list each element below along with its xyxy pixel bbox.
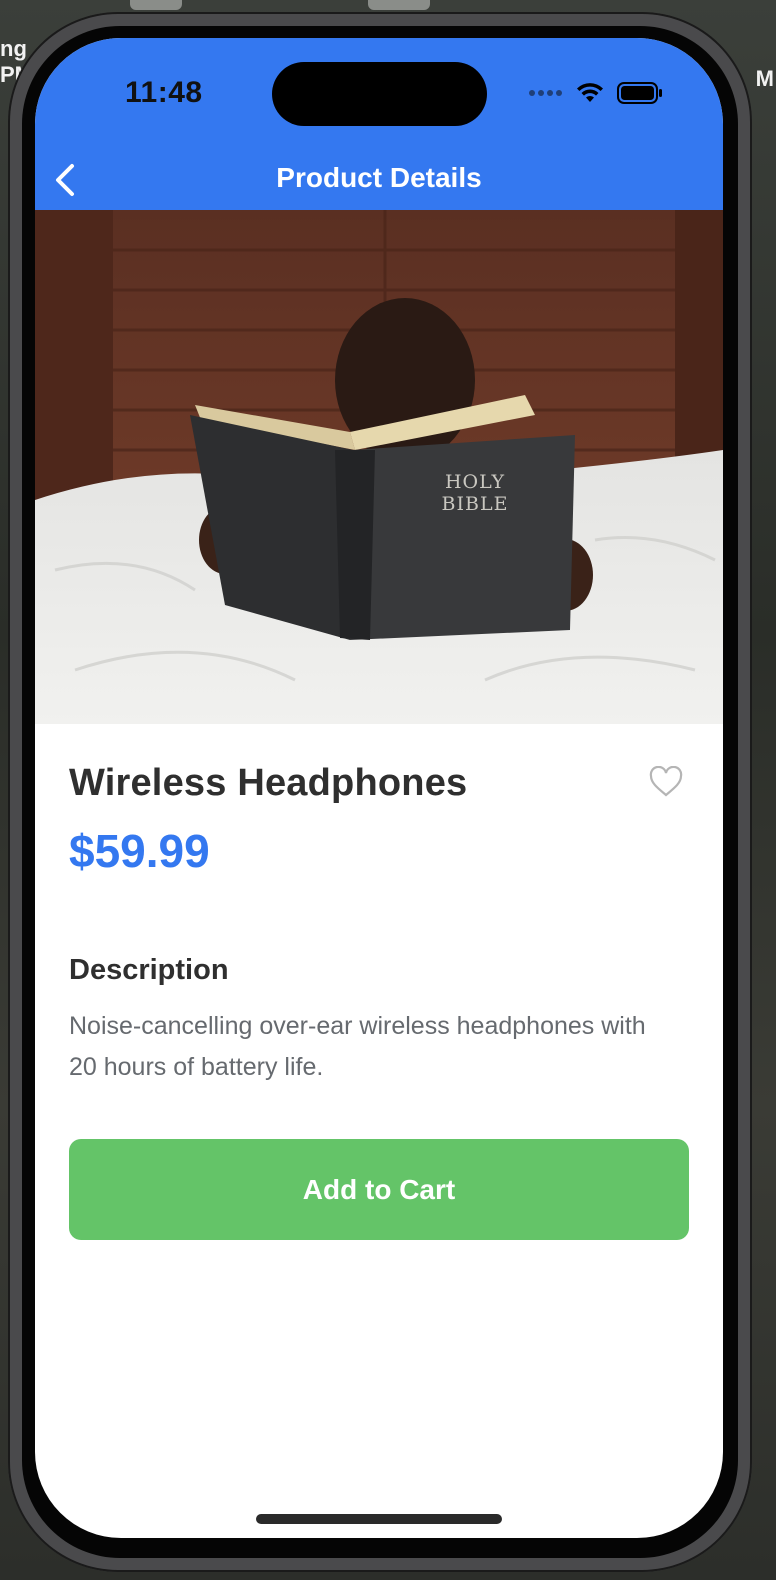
product-photo: HOLY BIBLE (35, 210, 723, 724)
home-indicator[interactable] (256, 1514, 502, 1524)
description-heading: Description (69, 954, 229, 986)
phone-screen: 11:48 Product Details HOLY BIBLE Wireles… (35, 38, 723, 1538)
book-title-text: BIBLE (442, 493, 509, 515)
product-title-row: Wireless Headphones (69, 762, 689, 810)
product-price: $59.99 (69, 825, 210, 877)
heart-outline-icon (649, 765, 683, 797)
dynamic-island (272, 62, 487, 126)
book-title-text: HOLY (445, 471, 505, 493)
wifi-icon (577, 83, 603, 102)
status-time: 11:48 (125, 76, 203, 109)
page-title: Product Details (276, 162, 482, 193)
navigation-bar: Product Details (35, 148, 723, 210)
add-to-cart-button[interactable]: Add to Cart (69, 1139, 689, 1240)
signal-dots-icon (529, 90, 562, 96)
favorite-button[interactable] (649, 765, 689, 804)
status-bar: 11:48 (35, 38, 723, 148)
product-image: HOLY BIBLE (35, 210, 723, 724)
desktop-window-tab (130, 0, 182, 10)
status-icons (529, 82, 663, 104)
product-description: Noise-cancelling over-ear wireless headp… (69, 1012, 646, 1081)
desktop-text-fragment: M (755, 66, 774, 91)
battery-icon (617, 82, 662, 104)
product-title: Wireless Headphones (69, 762, 468, 804)
desktop-window-tab (368, 0, 430, 10)
